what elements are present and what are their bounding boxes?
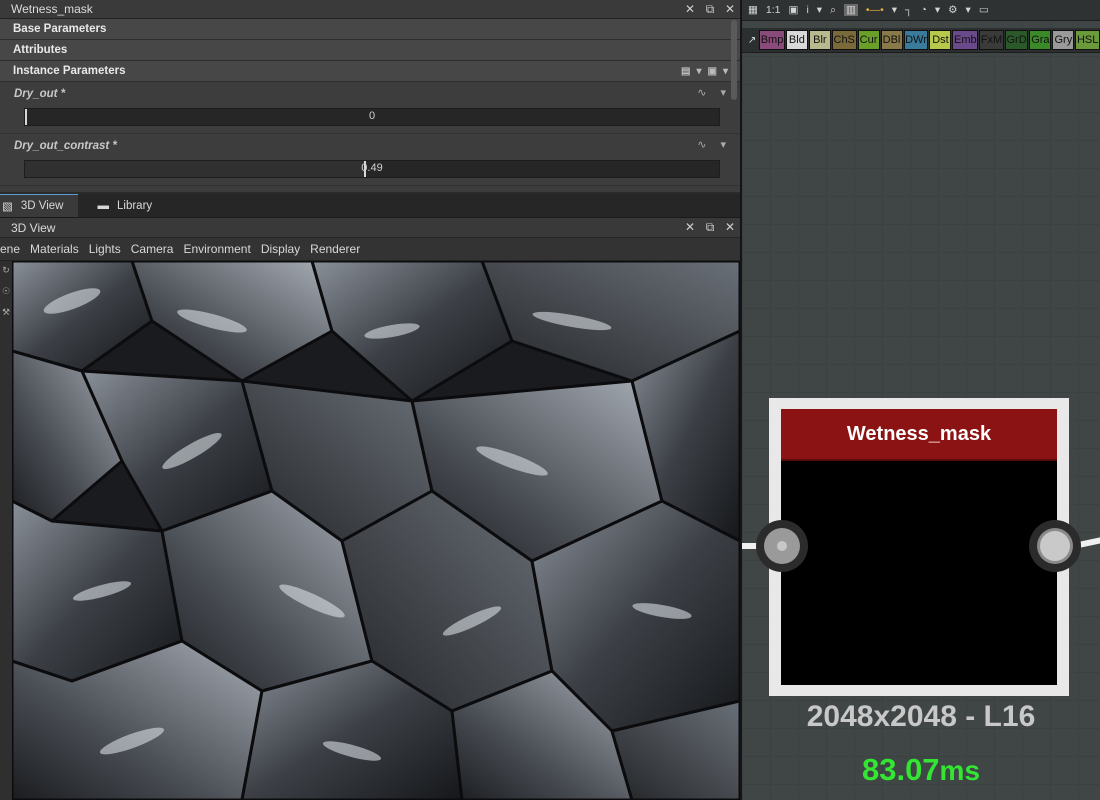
viewport-toolbar: ↻ ☉ ⚒	[0, 261, 12, 800]
section-instance-parameters[interactable]: Instance Parameters ▤ ▾ ▣ ▾	[0, 61, 740, 82]
chevron-down-icon[interactable]: ▾	[723, 66, 728, 77]
zoom-1to1-button[interactable]: 1:1	[766, 4, 781, 16]
panel-titlebar: Wetness_mask ✕ ⧉ ✕	[0, 0, 740, 19]
3d-view-titlebar: 3D View ✕ ⧉ ✕	[0, 218, 740, 238]
folder-icon: ▬	[97, 200, 110, 212]
close-icon[interactable]: ✕	[720, 0, 740, 18]
tab-library[interactable]: ▬ Library	[78, 195, 167, 217]
close-icon[interactable]: ✕	[720, 218, 740, 236]
menu-camera[interactable]: Camera	[131, 242, 174, 256]
slider-value: 0.49	[361, 162, 383, 174]
node-timing: 83.07ms	[742, 752, 1100, 788]
atom-gra[interactable]: Gra	[1029, 30, 1052, 50]
function-icon[interactable]: ∿	[697, 138, 706, 151]
connector-icon[interactable]: •—•	[866, 4, 884, 16]
chevron-down-icon[interactable]: ▾	[817, 4, 822, 16]
float-icon[interactable]: ⧉	[700, 0, 720, 18]
param-label: Dry_out *	[14, 88, 66, 100]
rock-render	[12, 261, 740, 800]
chevron-down-icon[interactable]: ▾	[892, 4, 897, 16]
camera-icon[interactable]: ▣	[789, 4, 799, 16]
atom-dbl[interactable]: DBl	[880, 30, 903, 50]
atom-gry[interactable]: Gry	[1052, 30, 1075, 50]
scrollbar[interactable]	[731, 20, 737, 100]
atom-chs[interactable]: ChS	[831, 30, 857, 50]
expand-icon[interactable]: ↗	[746, 35, 758, 46]
menu-renderer[interactable]: Renderer	[310, 242, 360, 256]
param-label: Dry_out_contrast *	[14, 140, 117, 152]
atomic-nodes-bar: ↗ Bmp Bld Blr ChS Cur DBl DWr Dst Emb FxM GrD Gra Gr…	[742, 28, 1100, 53]
tab-label: 3D View	[20, 200, 64, 212]
graph-node-wetness-mask[interactable]: Wetness_mask	[769, 398, 1069, 696]
float-icon[interactable]: ⧉	[700, 218, 720, 236]
tab-3d-view[interactable]: ▧ 3D View	[0, 194, 78, 217]
atom-cur[interactable]: Cur	[857, 30, 880, 50]
section-label: Attributes	[13, 44, 68, 56]
atom-bmp[interactable]: Bmp	[759, 30, 785, 50]
panel-title: Wetness_mask	[11, 2, 93, 16]
dry-out-contrast-slider[interactable]: 0.49	[24, 160, 720, 178]
3d-view-menubar: cene Materials Lights Camera Environment…	[0, 238, 740, 261]
panel-title: 3D View	[11, 220, 56, 235]
section-label: Base Parameters	[13, 23, 107, 35]
tab-label: Library	[117, 200, 153, 212]
section-attributes[interactable]: Attributes	[0, 40, 740, 61]
preset-icon[interactable]: ▤	[681, 66, 690, 77]
chevron-down-icon[interactable]: ▾	[935, 4, 940, 16]
display-icon[interactable]: ▭	[979, 4, 989, 16]
timing-value: 83.07	[861, 752, 940, 787]
link-style-icon[interactable]: ┐	[905, 4, 912, 16]
function-icon[interactable]: ∿	[697, 86, 706, 99]
gear-icon[interactable]: ⚙	[948, 4, 957, 16]
pin-icon[interactable]: ✕	[680, 0, 700, 18]
timer-icon[interactable]: ◔	[920, 4, 926, 16]
menu-display[interactable]: Display	[261, 242, 300, 256]
section-label: Instance Parameters	[13, 65, 126, 77]
cube-icon: ▧	[2, 201, 13, 213]
menu-environment[interactable]: Environment	[183, 242, 250, 256]
atom-fxm[interactable]: FxM	[979, 30, 1004, 50]
3d-viewport[interactable]: ↻ ☉ ⚒	[0, 261, 740, 800]
3d-view-panel: ▧ 3D View ▬ Library 3D View ✕ ⧉ ✕ cene M…	[0, 194, 740, 800]
section-base-parameters[interactable]: Base Parameters	[0, 19, 740, 40]
chevron-down-icon[interactable]: ▾	[696, 66, 701, 77]
dry-out-slider[interactable]: 0	[24, 108, 720, 126]
atom-blr[interactable]: Blr	[808, 30, 831, 50]
menu-lights[interactable]: Lights	[89, 242, 121, 256]
wrench-icon[interactable]: ⚒	[2, 307, 10, 318]
menu-materials[interactable]: Materials	[30, 242, 79, 256]
info-button[interactable]: i	[806, 4, 808, 16]
chevron-down-icon[interactable]: ▾	[720, 138, 726, 151]
frame-icon[interactable]: ▦	[748, 4, 758, 16]
chevron-down-icon[interactable]: ▾	[720, 86, 726, 99]
atom-emb[interactable]: Emb	[952, 30, 979, 50]
rotate-icon[interactable]: ↻	[2, 265, 10, 276]
align-icon[interactable]: ▥	[843, 4, 858, 16]
atom-grd[interactable]: GrD	[1004, 30, 1029, 50]
param-dry-out: Dry_out * ∿ ▾ 0	[0, 82, 740, 134]
folder-icon[interactable]: ▣	[708, 66, 717, 77]
input-port[interactable]	[756, 520, 808, 572]
node-resolution: 2048x2048 - L16	[806, 700, 1036, 733]
node-thumbnail: Wetness_mask	[781, 409, 1057, 685]
node-title: Wetness_mask	[781, 409, 1057, 461]
atom-dwr[interactable]: DWr	[903, 30, 929, 50]
parameters-panel: Wetness_mask ✕ ⧉ ✕ Base Parameters Attri…	[0, 0, 740, 192]
slider-value: 0	[368, 110, 376, 122]
atom-bld[interactable]: Bld	[785, 30, 808, 50]
menu-scene[interactable]: cene	[0, 242, 20, 256]
param-dry-out-contrast: Dry_out_contrast * ∿ ▾ 0.49	[0, 134, 740, 186]
pin-icon[interactable]: ✕	[680, 218, 700, 236]
graph-view[interactable]: ▦ 1:1 ▣ i ▾ ⌕ ▥ •—• ▾ ┐ ◔ ▾ ⚙ ▾ ▭ ↗ Bmp B…	[742, 0, 1100, 800]
dock-tabs: ▧ 3D View ▬ Library	[0, 194, 740, 218]
atom-hsl[interactable]: HSL	[1075, 30, 1100, 50]
output-port[interactable]	[1029, 520, 1081, 572]
graph-toolbar: ▦ 1:1 ▣ i ▾ ⌕ ▥ •—• ▾ ┐ ◔ ▾ ⚙ ▾ ▭	[742, 0, 1100, 21]
search-icon[interactable]: ⌕	[830, 4, 836, 17]
atom-dst[interactable]: Dst	[929, 30, 952, 50]
timing-unit: ms	[939, 755, 981, 786]
chevron-down-icon[interactable]: ▾	[966, 4, 971, 16]
light-icon[interactable]: ☉	[2, 286, 10, 297]
